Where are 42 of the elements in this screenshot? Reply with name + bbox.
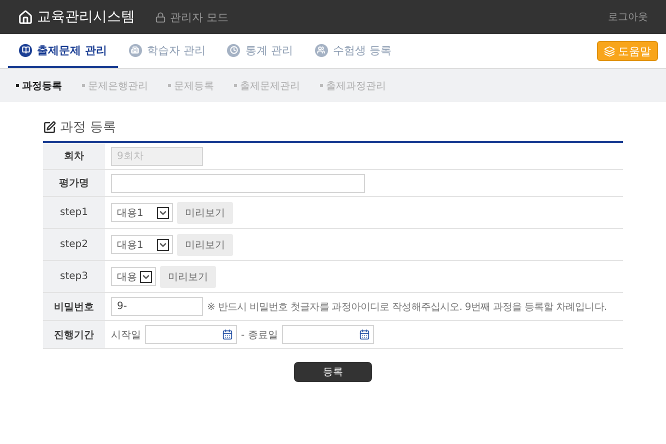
field-label: step3 (43, 261, 105, 292)
dropdown[interactable]: 대용1 (111, 203, 173, 222)
preview-button[interactable]: 미리보기 (177, 202, 233, 224)
password-note: ※ 반드시 비밀번호 첫글자를 과정아이디로 작성해주십시오. 9번째 과정을 등록할 차례입니다. (207, 300, 607, 314)
field-label: 회차 (43, 143, 105, 169)
chevron-down-icon (157, 238, 169, 250)
chevron-down-icon (140, 270, 152, 282)
app-title: 교육관리시스템 (37, 8, 135, 26)
nav-tab[interactable]: 학습자 관리 (118, 34, 216, 68)
clock-icon (227, 44, 240, 56)
dropdown[interactable]: 대용 (111, 267, 156, 286)
edit-icon (43, 120, 56, 134)
end-date-label: - 종료일 (241, 328, 278, 342)
calendar-icon (222, 329, 233, 340)
dropdown[interactable]: 대용1 (111, 235, 173, 254)
start-date-label: 시작일 (111, 328, 141, 342)
start-date-field[interactable] (145, 325, 237, 344)
preview-button[interactable]: 미리보기 (160, 266, 216, 288)
nav-tab[interactable]: 수험생 등록 (304, 34, 402, 68)
field-label: 비밀번호 (43, 293, 105, 320)
field-label: step2 (43, 229, 105, 260)
field-label: 진행기간 (43, 321, 105, 348)
people-icon (314, 44, 328, 56)
home-icon (18, 10, 33, 24)
layers-icon (604, 46, 615, 56)
field-label: 평가명 (43, 170, 105, 196)
preview-button[interactable]: 미리보기 (177, 234, 233, 256)
calendar-icon (358, 329, 370, 340)
building-icon (128, 44, 142, 56)
text-field[interactable] (111, 174, 365, 192)
field-label: step1 (43, 197, 105, 228)
book-icon (19, 44, 32, 56)
password-field[interactable]: 9- (111, 297, 203, 316)
lock-icon (155, 12, 166, 22)
submit-button[interactable]: 등록 (294, 362, 372, 382)
section-title: 과정 등록 (60, 119, 116, 136)
nav-tab[interactable]: 통계 관리 (216, 34, 304, 68)
chevron-down-icon (157, 206, 169, 218)
sub-nav-link[interactable]: 과정등록 (16, 78, 62, 92)
logout-link[interactable]: 로그아웃 (608, 10, 648, 24)
mode-label: 관리자 모드 (170, 10, 228, 24)
end-date-field[interactable] (282, 325, 374, 344)
